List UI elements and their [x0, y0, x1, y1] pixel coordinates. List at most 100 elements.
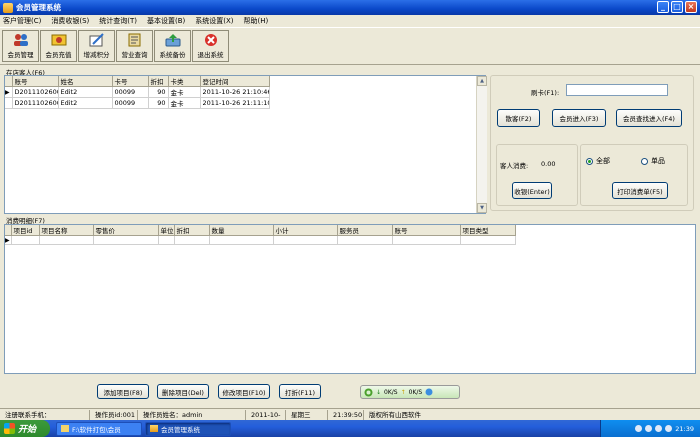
menu-consume[interactable]: 消费收银(S)	[51, 16, 89, 26]
menu-customer[interactable]: 客户管理(C)	[3, 16, 41, 26]
walk-in-guest-button[interactable]: 散客(F2)	[497, 109, 540, 127]
maximize-button[interactable]: □	[671, 1, 683, 13]
col-discount[interactable]: 折扣	[174, 225, 210, 236]
tray-input-icon[interactable]	[665, 425, 673, 432]
download-speed: 0K/S	[384, 388, 398, 396]
radio-single[interactable]: 单品	[641, 156, 665, 166]
col-item-type[interactable]: 项目类型	[460, 225, 516, 236]
consume-value: 0.00	[541, 160, 556, 168]
col-retail-price[interactable]: 零售价	[93, 225, 159, 236]
start-button[interactable]: 开始	[0, 420, 50, 437]
col-quantity[interactable]: 数量	[209, 225, 274, 236]
backup-button[interactable]: 系统备份	[154, 30, 191, 62]
window-title: 会员管理系统	[16, 3, 61, 12]
discount-button[interactable]: 打折(F11)	[279, 384, 321, 399]
points-button[interactable]: 增减积分	[78, 30, 115, 62]
col-card-type[interactable]: 卡类	[168, 76, 201, 87]
table-row[interactable]: D201110260026 Edit2 00099 90 金卡 2011-10-…	[5, 97, 270, 109]
radio-all[interactable]: 全部	[586, 156, 610, 166]
col-register-time[interactable]: 登记时间	[200, 76, 270, 87]
status-date: 2011-10-26	[246, 409, 286, 429]
task-explorer-label: F:\软件打包\会员	[72, 425, 121, 434]
scroll-down-icon[interactable]: ▼	[477, 203, 487, 213]
upload-arrow-icon: ↑	[400, 388, 406, 396]
task-member-system[interactable]: 会员管理系统	[145, 421, 231, 436]
status-phone: 注册联系手机：13643637932	[0, 409, 90, 429]
exit-button[interactable]: 退出系统	[192, 30, 229, 62]
business-query-label: 营业查询	[121, 51, 148, 59]
guests-grid: 账号 姓名 卡号 折扣 卡类 登记时间 ▶ D201110260025 Edit…	[4, 75, 486, 214]
scroll-up-icon[interactable]: ▲	[477, 76, 487, 86]
col-name[interactable]: 姓名	[58, 76, 113, 87]
member-find-enter-button[interactable]: 会员查找进入(F4)	[616, 109, 682, 127]
menu-help[interactable]: 帮助(H)	[244, 16, 269, 26]
guests-scrollbar[interactable]: ▲ ▼	[476, 76, 487, 213]
points-label: 增减积分	[83, 51, 110, 59]
col-item-id[interactable]: 项目id	[11, 225, 40, 236]
table-row[interactable]: ▶ D201110260025 Edit2 00099 90 金卡 2011-1…	[5, 86, 270, 98]
app-icon	[3, 2, 13, 13]
status-weekday: 星期三	[286, 409, 328, 420]
modify-item-button[interactable]: 修改项目(F10)	[218, 384, 270, 399]
col-item-name[interactable]: 项目名称	[39, 225, 94, 236]
recharge-label: 会员充值	[45, 51, 72, 59]
menu-stats[interactable]: 统计查询(T)	[99, 16, 137, 26]
menu-basic[interactable]: 基本设置(B)	[147, 16, 185, 26]
details-header-row: 项目id 项目名称 零售价 单位 折扣 数量 小计 服务员 账号 项目类型	[5, 225, 516, 236]
members-icon	[13, 33, 29, 47]
col-subtotal[interactable]: 小计	[273, 225, 338, 236]
member-enter-button[interactable]: 会员进入(F3)	[552, 109, 606, 127]
add-item-button[interactable]: 添加项目(F8)	[97, 384, 149, 399]
card-label: 刷卡(F1):	[531, 89, 560, 97]
col-account[interactable]: 账号	[392, 225, 461, 236]
system-tray: 21:39	[600, 420, 700, 437]
cell-discount: 90	[148, 97, 169, 109]
status-bar: 注册联系手机：13643637932 操作员id:001 操作员姓名：admin…	[0, 408, 700, 429]
cell-card-no: 00099	[112, 86, 149, 98]
col-account[interactable]: 账号	[12, 76, 59, 87]
refresh-icon[interactable]	[425, 388, 433, 396]
tray-network-icon[interactable]	[635, 425, 643, 432]
upload-speed: 0K/S	[408, 388, 423, 396]
tray-volume-icon[interactable]	[645, 425, 653, 432]
cell-name: Edit2	[58, 97, 113, 109]
recharge-button[interactable]: 会员充值	[40, 30, 77, 62]
menu-system[interactable]: 系统设置(X)	[195, 16, 233, 26]
checkout-button[interactable]: 收银(Enter)	[512, 182, 552, 199]
start-label: 开始	[18, 425, 37, 435]
task-explorer[interactable]: F:\软件打包\会员	[56, 421, 142, 436]
close-button[interactable]: ×	[685, 1, 697, 13]
taskbar: 开始 F:\软件打包\会员 会员管理系统 21:39	[0, 420, 700, 437]
exit-icon	[203, 33, 219, 47]
table-row[interactable]: ▶	[5, 235, 516, 245]
cell-card-no: 00099	[112, 97, 149, 109]
col-waiter[interactable]: 服务员	[337, 225, 393, 236]
network-icon	[364, 388, 373, 396]
business-query-button[interactable]: 营业查询	[116, 30, 153, 62]
cell-register-time: 2011-10-26 21:10:46	[200, 86, 270, 98]
cell-card-type: 金卡	[168, 97, 201, 109]
windows-logo-icon	[4, 423, 15, 434]
radio-checked-icon	[586, 157, 593, 165]
query-icon	[127, 33, 143, 47]
minimize-button[interactable]: _	[657, 1, 669, 13]
status-copyright: 版权所有山西软件	[369, 410, 421, 419]
delete-item-button[interactable]: 删除项目(Del)	[157, 384, 209, 399]
radio-unchecked-icon	[641, 157, 648, 165]
col-unit[interactable]: 单位	[158, 225, 175, 236]
app-window: 会员管理系统 _ □ × 客户管理(C) 消费收银(S) 统计查询(T) 基本设…	[0, 0, 700, 437]
cell-name: Edit2	[58, 86, 113, 98]
status-time: 21:39:50	[328, 409, 364, 420]
status-operator-name: 操作员姓名：admin	[138, 409, 246, 420]
tray-security-icon[interactable]	[655, 425, 663, 432]
card-input[interactable]	[566, 84, 668, 96]
col-card-no[interactable]: 卡号	[112, 76, 149, 87]
details-grid: 项目id 项目名称 零售价 单位 折扣 数量 小计 服务员 账号 项目类型 ▶	[4, 224, 696, 374]
consume-label: 客人消费:	[500, 162, 529, 170]
app-task-icon	[150, 425, 158, 432]
members-button[interactable]: 会员管理	[2, 30, 39, 62]
toolbar: 会员管理 会员充值 增减积分 营业查询 系统备份 退出系统	[0, 27, 700, 65]
cell-account: D201110260025	[12, 86, 59, 98]
print-bill-button[interactable]: 打印消费单(F5)	[612, 182, 668, 199]
col-discount[interactable]: 折扣	[148, 76, 169, 87]
